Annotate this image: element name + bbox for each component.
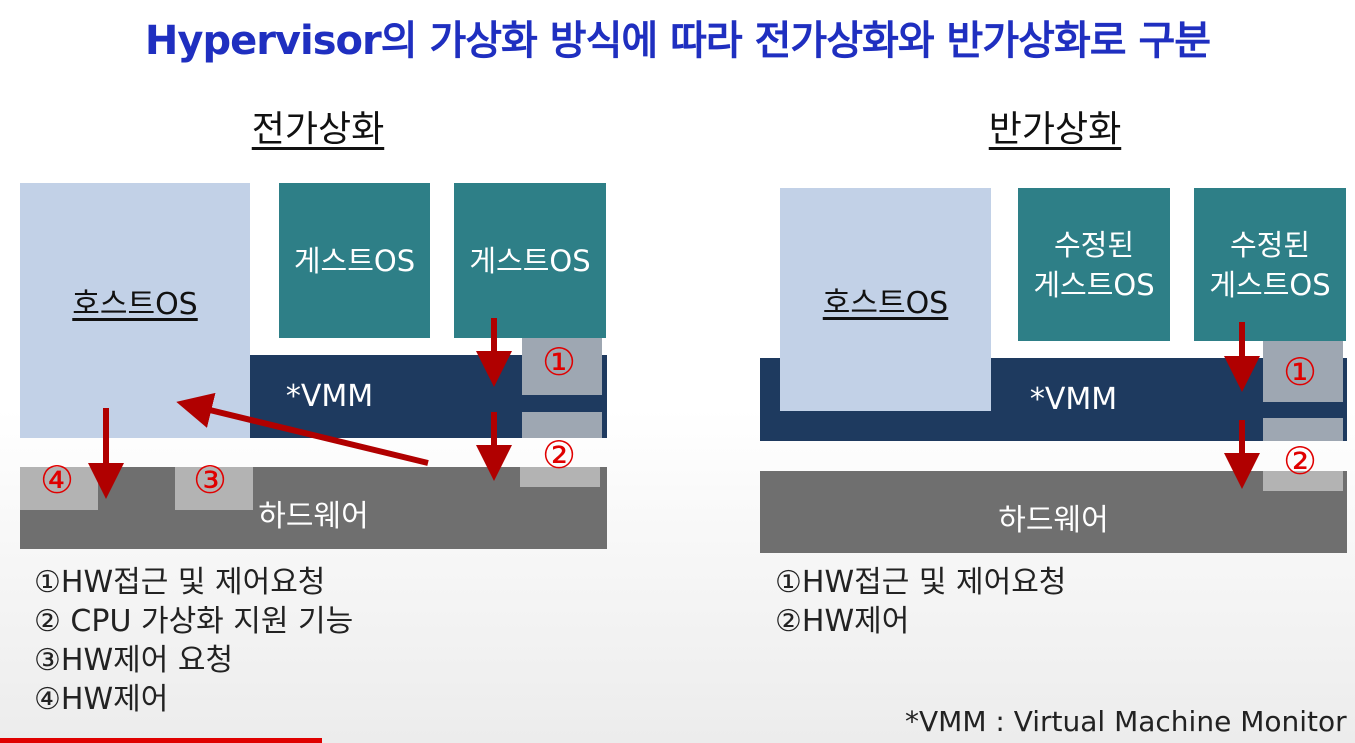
para-legend-item-1: ①HW접근 및 제어요청 xyxy=(775,565,1067,600)
para-guest-os-2-line1: 수정된 xyxy=(1229,227,1311,262)
para-guest-os-1-line2: 게스트OS xyxy=(1033,267,1155,302)
para-hardware-layer: 하드웨어 xyxy=(760,471,1347,553)
page-title: Hypervisor의 가상화 방식에 따라 전가상화와 반가상화로 구분 xyxy=(144,18,1211,64)
para-hardware-label: 하드웨어 xyxy=(998,503,1109,538)
para-guest-os-2: 수정된 게스트OS xyxy=(1194,188,1346,341)
video-progress-bar xyxy=(0,738,322,743)
full-virtualization-heading: 전가상화 xyxy=(251,109,385,150)
para-vmm-slot-2 xyxy=(1263,418,1343,441)
full-marker-3: ③ xyxy=(193,458,228,502)
para-legend-item-2: ②HW제어 xyxy=(775,604,910,639)
para-guest-os-1: 수정된 게스트OS xyxy=(1018,188,1170,341)
full-host-os-label: 호스트OS xyxy=(72,286,198,322)
full-guest-os-1-label: 게스트OS xyxy=(293,243,416,278)
full-legend-item-3: ③HW제어 요청 xyxy=(34,643,234,678)
full-hardware-layer: 하드웨어 xyxy=(20,467,607,549)
para-legend: ①HW접근 및 제어요청 ②HW제어 xyxy=(775,563,1066,641)
para-marker-2: ② xyxy=(1283,439,1318,483)
para-vmm-label: *VMM xyxy=(1029,382,1118,417)
full-guest-os-2-label: 게스트OS xyxy=(469,243,591,278)
full-vmm-label: *VMM xyxy=(285,379,374,414)
para-guest-os-2-line2: 게스트OS xyxy=(1209,267,1331,302)
para-host-os: 호스트OS xyxy=(780,188,991,411)
full-legend-item-2: ② CPU 가상화 지원 기능 xyxy=(34,604,354,639)
full-hardware-label: 하드웨어 xyxy=(258,499,369,534)
full-marker-1: ① xyxy=(542,340,577,384)
para-virtualization-heading: 반가상화 xyxy=(988,109,1122,150)
full-guest-os-2: 게스트OS xyxy=(454,183,606,338)
full-guest-os-1: 게스트OS xyxy=(279,183,430,338)
full-legend-item-1: ①HW접근 및 제어요청 xyxy=(34,565,326,600)
full-marker-2: ② xyxy=(542,433,577,477)
para-guest-os-1-line1: 수정된 xyxy=(1053,227,1135,262)
vmm-footnote: *VMM : Virtual Machine Monitor xyxy=(905,705,1347,738)
full-host-os: 호스트OS xyxy=(20,183,250,438)
para-host-os-label: 호스트OS xyxy=(822,285,949,321)
full-marker-4: ④ xyxy=(40,458,75,502)
full-legend-item-4: ④HW제어 xyxy=(34,682,169,717)
para-marker-1: ① xyxy=(1283,350,1318,394)
full-legend: ①HW접근 및 제어요청 ② CPU 가상화 지원 기능 ③HW제어 요청 ④H… xyxy=(34,563,353,719)
